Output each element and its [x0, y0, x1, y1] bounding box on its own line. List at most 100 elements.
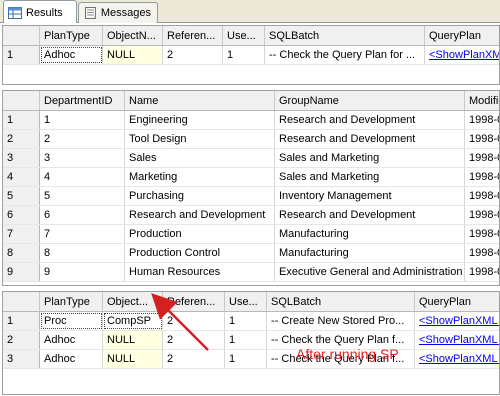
query-plan-link[interactable]: <ShowPlanXML x — [415, 331, 499, 349]
tab-messages[interactable]: Messages — [78, 2, 158, 23]
table-cell[interactable]: Sales — [125, 149, 275, 167]
table-cell[interactable]: 1998-0 — [465, 244, 499, 262]
row-number[interactable]: 8 — [3, 244, 40, 262]
row-number[interactable]: 1 — [3, 46, 40, 64]
table-row[interactable]: 9 9 Human Resources Executive General and A… — [3, 263, 499, 282]
table-cell[interactable]: 1 — [225, 331, 267, 349]
table-cell[interactable]: Sales and Marketing — [275, 168, 465, 186]
table-row[interactable]: 3 3 Sales Sales and Marketing 1998-0 — [3, 149, 499, 168]
table-cell[interactable]: 4 — [40, 168, 125, 186]
table-cell[interactable]: 2 — [163, 331, 225, 349]
table-cell[interactable]: Manufacturing — [275, 244, 465, 262]
row-number[interactable]: 9 — [3, 263, 40, 281]
result-grid-departments[interactable]: DepartmentID Name GroupName Modifie 11En… — [2, 90, 500, 286]
table-cell[interactable]: 2 — [163, 312, 225, 330]
table-cell[interactable]: Tool Design — [125, 130, 275, 148]
table-cell[interactable]: 6 — [40, 206, 125, 224]
column-header[interactable]: ObjectN... — [103, 26, 163, 45]
row-number[interactable]: 2 — [3, 130, 40, 148]
row-number[interactable]: 7 — [3, 225, 40, 243]
row-number[interactable]: 1 — [3, 111, 40, 129]
table-row[interactable]: 7 7 Production Manufacturing 1998-0 — [3, 225, 499, 244]
row-number[interactable]: 5 — [3, 187, 40, 205]
table-cell[interactable]: Research and Development — [125, 206, 275, 224]
table-cell[interactable]: 1998-0 — [465, 187, 499, 205]
table-cell[interactable]: -- Check the Query Plan for ... — [265, 46, 425, 64]
table-cell[interactable]: 8 — [40, 244, 125, 262]
table-cell[interactable]: 1 — [40, 111, 125, 129]
query-plan-link[interactable]: <ShowPlanXML x — [415, 312, 499, 330]
table-cell[interactable]: 1 — [225, 312, 267, 330]
row-number[interactable]: 4 — [3, 168, 40, 186]
query-plan-link[interactable]: <ShowPlanXML — [425, 46, 499, 64]
table-cell[interactable]: 2 — [40, 130, 125, 148]
table-cell[interactable]: Adhoc — [40, 331, 103, 349]
row-number[interactable]: 1 — [3, 312, 40, 330]
column-header[interactable]: Use... — [223, 26, 265, 45]
table-row[interactable]: 6 6 Research and Development Research and D… — [3, 206, 499, 225]
tab-results[interactable]: Results — [3, 0, 77, 24]
column-header[interactable]: Object... — [103, 292, 163, 311]
table-cell[interactable]: Human Resources — [125, 263, 275, 281]
row-number[interactable]: 6 — [3, 206, 40, 224]
table-row[interactable]: 1 1 Engineering Research and Development 199… — [3, 111, 499, 130]
query-plan-link[interactable]: <ShowPlanXML x — [415, 350, 499, 368]
table-cell[interactable]: 5 — [40, 187, 125, 205]
table-cell[interactable]: Marketing — [125, 168, 275, 186]
table-cell[interactable]: Inventory Management — [275, 187, 465, 205]
table-cell[interactable]: Proc — [40, 312, 103, 330]
table-cell[interactable]: Research and Development — [275, 130, 465, 148]
column-header[interactable]: SQLBatch — [267, 292, 415, 311]
table-row[interactable]: 2 2 Tool Design Research and Development 199… — [3, 130, 499, 149]
table-cell[interactable]: 1998-0 — [465, 149, 499, 167]
result-grid-plan-cache-before[interactable]: PlanType ObjectN... Referen... Use... SQ… — [2, 25, 500, 85]
result-grid-plan-cache-after[interactable]: PlanType Object... Referen... Use... SQL… — [2, 291, 500, 395]
table-cell[interactable]: 3 — [40, 149, 125, 167]
table-cell[interactable]: Research and Development — [275, 206, 465, 224]
table-cell[interactable]: Research and Development — [275, 111, 465, 129]
table-row[interactable]: 3 Adhoc NULL 2 1 -- Check the Query Plan f...… — [3, 350, 499, 369]
column-header[interactable]: Referen... — [163, 26, 223, 45]
table-cell[interactable]: 1998-0 — [465, 206, 499, 224]
column-header[interactable]: Modifie — [465, 91, 499, 110]
column-header[interactable]: SQLBatch — [265, 26, 425, 45]
column-header[interactable]: QueryPlan — [415, 292, 499, 311]
table-cell[interactable]: CompSP — [103, 312, 163, 330]
table-cell[interactable]: 1998-0 — [465, 225, 499, 243]
column-header[interactable]: PlanType — [40, 26, 103, 45]
table-cell[interactable]: 2 — [163, 46, 223, 64]
column-header[interactable]: GroupName — [275, 91, 465, 110]
table-row[interactable]: 4 4 Marketing Sales and Marketing 1998-0 — [3, 168, 499, 187]
table-row[interactable]: 2 Adhoc NULL 2 1 -- Check the Query Plan f...… — [3, 331, 499, 350]
table-cell[interactable]: 9 — [40, 263, 125, 281]
column-header[interactable]: PlanType — [40, 292, 103, 311]
table-cell[interactable]: 1998-0 — [465, 111, 499, 129]
row-number[interactable]: 2 — [3, 331, 40, 349]
table-cell[interactable]: Production — [125, 225, 275, 243]
table-row[interactable]: 5 5 Purchasing Inventory Management 1998-0 — [3, 187, 499, 206]
table-cell[interactable]: 1 — [223, 46, 265, 64]
table-cell[interactable]: 1998-0 — [465, 168, 499, 186]
table-cell[interactable]: Sales and Marketing — [275, 149, 465, 167]
table-row[interactable]: 1 Proc CompSP 2 1 -- Create New Stored Pro...… — [3, 312, 499, 331]
table-cell[interactable]: 1998-0 — [465, 130, 499, 148]
table-cell[interactable]: -- Create New Stored Pro... — [267, 312, 415, 330]
row-number[interactable]: 3 — [3, 350, 40, 368]
column-header[interactable]: Use... — [225, 292, 267, 311]
table-cell[interactable]: Manufacturing — [275, 225, 465, 243]
table-cell[interactable]: Executive General and Administration — [275, 263, 465, 281]
table-cell[interactable]: Engineering — [125, 111, 275, 129]
table-cell[interactable]: 1998-0 — [465, 263, 499, 281]
table-cell[interactable]: 1 — [225, 350, 267, 368]
column-header[interactable]: QueryPlan — [425, 26, 499, 45]
row-number[interactable]: 3 — [3, 149, 40, 167]
column-header[interactable]: Referen... — [163, 292, 225, 311]
table-row[interactable]: 1 Adhoc NULL 2 1 -- Check the Query Plan… — [3, 46, 499, 65]
table-cell[interactable]: Adhoc — [40, 350, 103, 368]
table-cell[interactable]: Production Control — [125, 244, 275, 262]
table-cell[interactable]: NULL — [103, 46, 163, 64]
table-cell[interactable]: 7 — [40, 225, 125, 243]
column-header[interactable]: Name — [125, 91, 275, 110]
table-cell[interactable]: 2 — [163, 350, 225, 368]
table-cell[interactable]: NULL — [103, 331, 163, 349]
